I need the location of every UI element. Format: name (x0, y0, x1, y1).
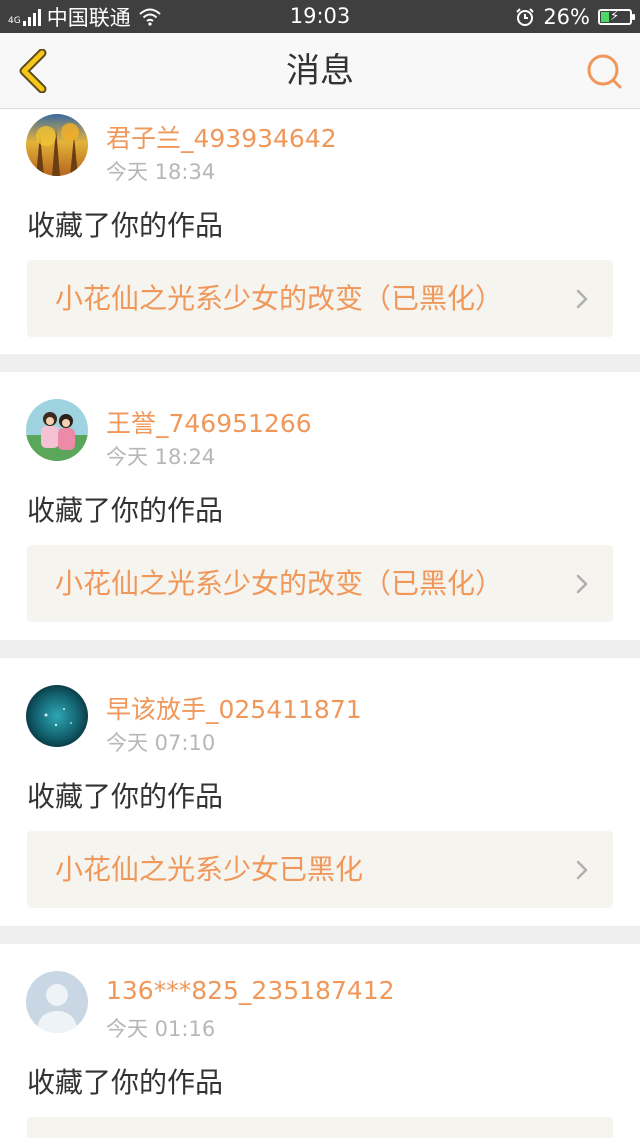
work-link[interactable]: 小花仙之光系少女的改变（已黑化） (27, 260, 613, 337)
message-card: 君子兰_493934642 今天 18:34 收藏了你的作品 小花仙之光系少女的… (0, 109, 640, 354)
avatar[interactable] (26, 399, 88, 461)
action-text: 收藏了你的作品 (27, 494, 224, 527)
nav-bar: 消息 (0, 33, 640, 109)
message-card: 王誉_746951266 今天 18:24 收藏了你的作品 小花仙之光系少女的改… (0, 372, 640, 640)
avatar[interactable] (26, 685, 88, 747)
chevron-right-icon (576, 574, 588, 594)
page-title: 消息 (286, 51, 354, 91)
avatar[interactable] (26, 114, 88, 176)
status-right: 26% ⚡ (515, 0, 635, 33)
chevron-right-icon (576, 860, 588, 880)
work-title: 小花仙之光系少女已黑化 (55, 853, 364, 886)
work-link[interactable]: 小花仙之光系少女已黑化 (27, 831, 613, 908)
username[interactable]: 王誉_746951266 (106, 404, 312, 440)
username[interactable]: 君子兰_493934642 (106, 119, 337, 155)
work-link[interactable]: 小花仙之光系少女的改变（已黑化） (27, 545, 613, 622)
work-title: 小花仙之光系少女的改变（已黑化） (55, 567, 504, 600)
chevron-right-icon (576, 289, 588, 309)
timestamp: 今天 18:24 (106, 445, 216, 469)
message-card: 136***825_235187412 今天 01:16 收藏了你的作品 (0, 944, 640, 1138)
action-text: 收藏了你的作品 (27, 1066, 224, 1099)
work-title: 小花仙之光系少女的改变（已黑化） (55, 282, 504, 315)
battery-icon: ⚡ (598, 8, 635, 25)
avatar[interactable] (26, 971, 88, 1033)
work-link[interactable] (27, 1117, 613, 1138)
alarm-icon (516, 7, 535, 26)
timestamp: 今天 07:10 (106, 731, 216, 755)
username[interactable]: 136***825_235187412 (106, 976, 395, 1005)
timestamp: 今天 18:34 (106, 160, 216, 184)
status-bar: 4G 中国联通 19:03 26% ⚡ (0, 0, 640, 33)
action-text: 收藏了你的作品 (27, 780, 224, 813)
search-icon[interactable] (586, 53, 624, 91)
action-text: 收藏了你的作品 (27, 209, 224, 242)
message-card: 早该放手_025411871 今天 07:10 收藏了你的作品 小花仙之光系少女… (0, 658, 640, 926)
username[interactable]: 早该放手_025411871 (106, 690, 362, 726)
default-avatar-icon (26, 971, 88, 1033)
timestamp: 今天 01:16 (106, 1017, 216, 1041)
battery-percent: 26% (543, 4, 590, 29)
